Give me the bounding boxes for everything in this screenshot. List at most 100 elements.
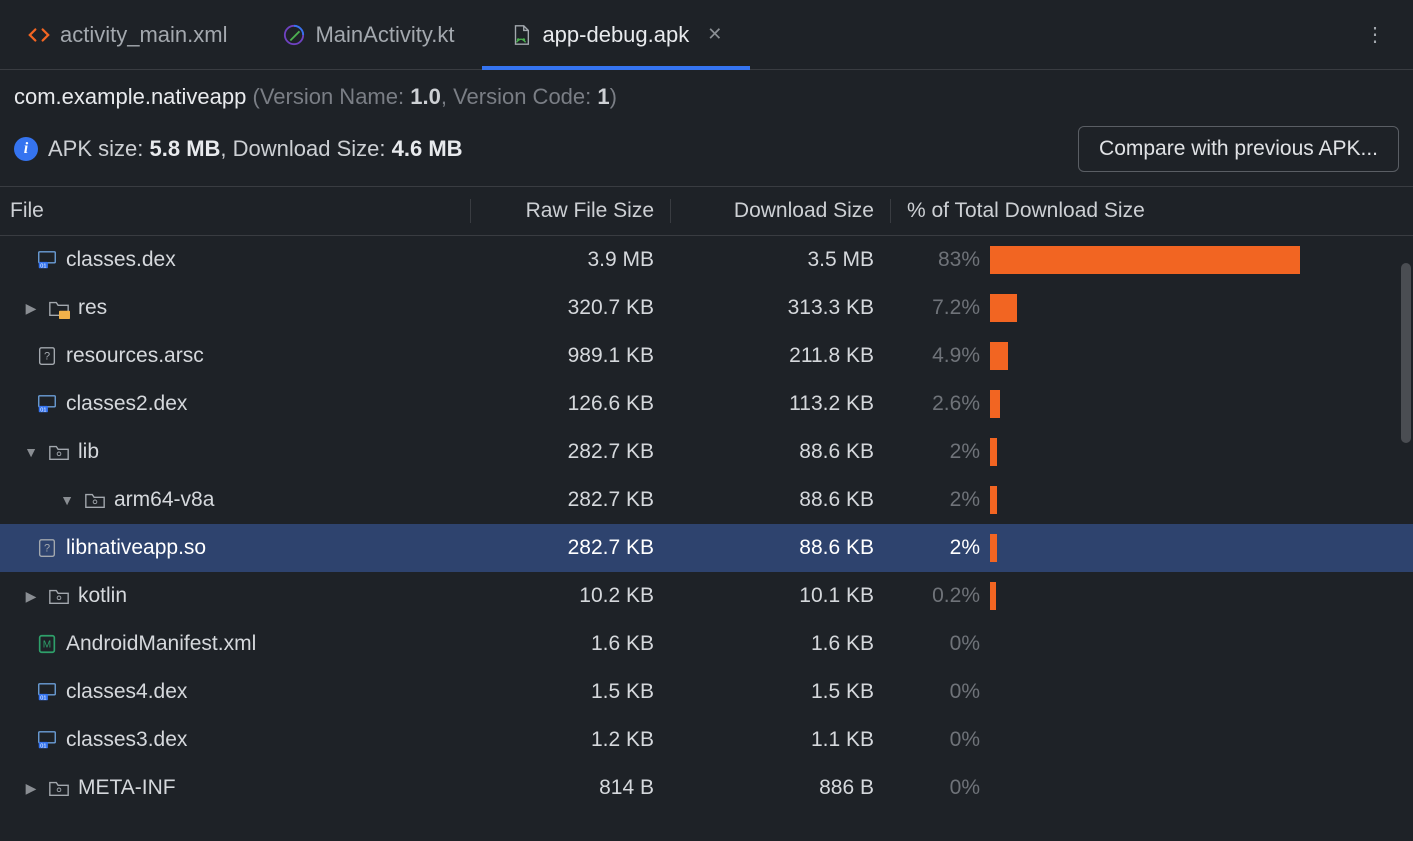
tab-app-debug-apk[interactable]: app-debug.apk ✕ — [482, 0, 750, 69]
chevron-right-icon[interactable]: ▶ — [22, 300, 40, 317]
percent-bar — [990, 342, 1008, 370]
dex-icon: 01 — [36, 393, 58, 415]
raw-size: 282.7 KB — [470, 488, 670, 512]
percent-bar-cell — [990, 246, 1413, 274]
percent-bar — [990, 294, 1017, 322]
download-size: 211.8 KB — [670, 344, 890, 368]
col-download-size[interactable]: Download Size — [670, 199, 890, 223]
percent-value: 0% — [890, 680, 990, 704]
editor-tabs: activity_main.xml MainActivity.kt app-de… — [0, 0, 1413, 70]
dex-icon: 01 — [36, 249, 58, 271]
percent-bar-cell — [990, 294, 1413, 322]
percent-bar — [990, 534, 997, 562]
apk-file-icon — [510, 24, 532, 46]
percent-value: 0% — [890, 728, 990, 752]
file-table-header: File Raw File Size Download Size % of To… — [0, 186, 1413, 236]
close-icon[interactable]: ✕ — [707, 24, 722, 45]
raw-size: 989.1 KB — [470, 344, 670, 368]
table-row[interactable]: MAndroidManifest.xml1.6 KB1.6 KB0% — [0, 620, 1413, 668]
file-name: classes.dex — [66, 248, 176, 272]
percent-bar-cell — [990, 342, 1413, 370]
chevron-down-icon[interactable]: ▼ — [58, 492, 76, 508]
percent-bar-cell — [990, 486, 1413, 514]
raw-size: 126.6 KB — [470, 392, 670, 416]
percent-bar — [990, 438, 997, 466]
file-name: libnativeapp.so — [66, 536, 206, 560]
chevron-right-icon[interactable]: ▶ — [22, 780, 40, 797]
download-size: 1.1 KB — [670, 728, 890, 752]
tabs-overflow-menu[interactable]: ⋮ — [1337, 0, 1413, 69]
svg-text:01: 01 — [40, 407, 46, 413]
file-name: classes3.dex — [66, 728, 187, 752]
raw-size: 1.2 KB — [470, 728, 670, 752]
table-row[interactable]: 01classes2.dex126.6 KB113.2 KB2.6% — [0, 380, 1413, 428]
table-row[interactable]: ▶kotlin10.2 KB10.1 KB0.2% — [0, 572, 1413, 620]
table-row[interactable]: ▼arm64-v8a282.7 KB88.6 KB2% — [0, 476, 1413, 524]
percent-bar-cell — [990, 774, 1413, 802]
dex-icon: 01 — [36, 681, 58, 703]
percent-value: 83% — [890, 248, 990, 272]
file-name: META-INF — [78, 776, 176, 800]
percent-bar-cell — [990, 438, 1413, 466]
file-name: resources.arsc — [66, 344, 204, 368]
table-row[interactable]: ▶META-INF814 B886 B0% — [0, 764, 1413, 812]
package-meta: (Version Name: 1.0, Version Code: 1) — [252, 84, 616, 109]
svg-text:01: 01 — [40, 263, 46, 269]
info-icon: i — [14, 137, 38, 161]
percent-bar — [990, 246, 1300, 274]
svg-text:?: ? — [44, 543, 50, 555]
percent-bar-cell — [990, 726, 1413, 754]
chevron-right-icon[interactable]: ▶ — [22, 588, 40, 605]
percent-value: 2% — [890, 536, 990, 560]
table-row[interactable]: ? libnativeapp.so 282.7 KB88.6 KB2% — [0, 524, 1413, 572]
download-size: 88.6 KB — [670, 440, 890, 464]
apk-size-text: APK size: 5.8 MB, Download Size: 4.6 MB — [48, 136, 1068, 162]
percent-bar — [990, 582, 996, 610]
percent-value: 7.2% — [890, 296, 990, 320]
file-table-body: 01classes.dex3.9 MB3.5 MB83%▶res320.7 KB… — [0, 236, 1413, 812]
file-name: lib — [78, 440, 99, 464]
table-row[interactable]: 01classes.dex3.9 MB3.5 MB83% — [0, 236, 1413, 284]
percent-bar-cell — [990, 534, 1413, 562]
folder-bin-icon — [84, 489, 106, 511]
raw-size: 282.7 KB — [470, 536, 670, 560]
kebab-icon: ⋮ — [1365, 22, 1385, 47]
tab-label: MainActivity.kt — [315, 22, 454, 48]
compare-apk-button[interactable]: Compare with previous APK... — [1078, 126, 1399, 172]
tab-label: app-debug.apk — [542, 22, 689, 48]
table-row[interactable]: 01classes4.dex1.5 KB1.5 KB0% — [0, 668, 1413, 716]
dex-icon: 01 — [36, 729, 58, 751]
raw-size: 282.7 KB — [470, 440, 670, 464]
scrollbar-thumb[interactable] — [1401, 263, 1411, 443]
percent-bar-cell — [990, 390, 1413, 418]
percent-bar-cell — [990, 678, 1413, 706]
download-size: 88.6 KB — [670, 536, 890, 560]
col-percent[interactable]: % of Total Download Size — [890, 199, 1413, 223]
tab-main-activity[interactable]: MainActivity.kt — [255, 0, 482, 69]
table-row[interactable]: ?resources.arsc989.1 KB211.8 KB4.9% — [0, 332, 1413, 380]
download-size: 313.3 KB — [670, 296, 890, 320]
percent-value: 2% — [890, 488, 990, 512]
table-row[interactable]: ▼lib282.7 KB88.6 KB2% — [0, 428, 1413, 476]
file-name: res — [78, 296, 107, 320]
file-name: arm64-v8a — [114, 488, 214, 512]
table-row[interactable]: 01 classes3.dex 1.2 KB1.1 KB0% — [0, 716, 1413, 764]
percent-bar-cell — [990, 582, 1413, 610]
col-file[interactable]: File — [10, 199, 470, 223]
percent-value: 0.2% — [890, 584, 990, 608]
percent-bar — [990, 486, 997, 514]
folder-res-icon — [48, 297, 70, 319]
package-name: com.example.nativeapp — [14, 84, 246, 109]
chevron-down-icon[interactable]: ▼ — [22, 444, 40, 460]
download-size: 886 B — [670, 776, 890, 800]
download-size: 1.5 KB — [670, 680, 890, 704]
raw-size: 10.2 KB — [470, 584, 670, 608]
svg-text:?: ? — [44, 351, 50, 363]
svg-text:01: 01 — [40, 743, 46, 749]
download-size: 113.2 KB — [670, 392, 890, 416]
table-row[interactable]: ▶res320.7 KB313.3 KB7.2% — [0, 284, 1413, 332]
file-name: kotlin — [78, 584, 127, 608]
col-raw-size[interactable]: Raw File Size — [470, 199, 670, 223]
apk-info-header: com.example.nativeapp (Version Name: 1.0… — [0, 70, 1413, 116]
tab-activity-main[interactable]: activity_main.xml — [0, 0, 255, 69]
